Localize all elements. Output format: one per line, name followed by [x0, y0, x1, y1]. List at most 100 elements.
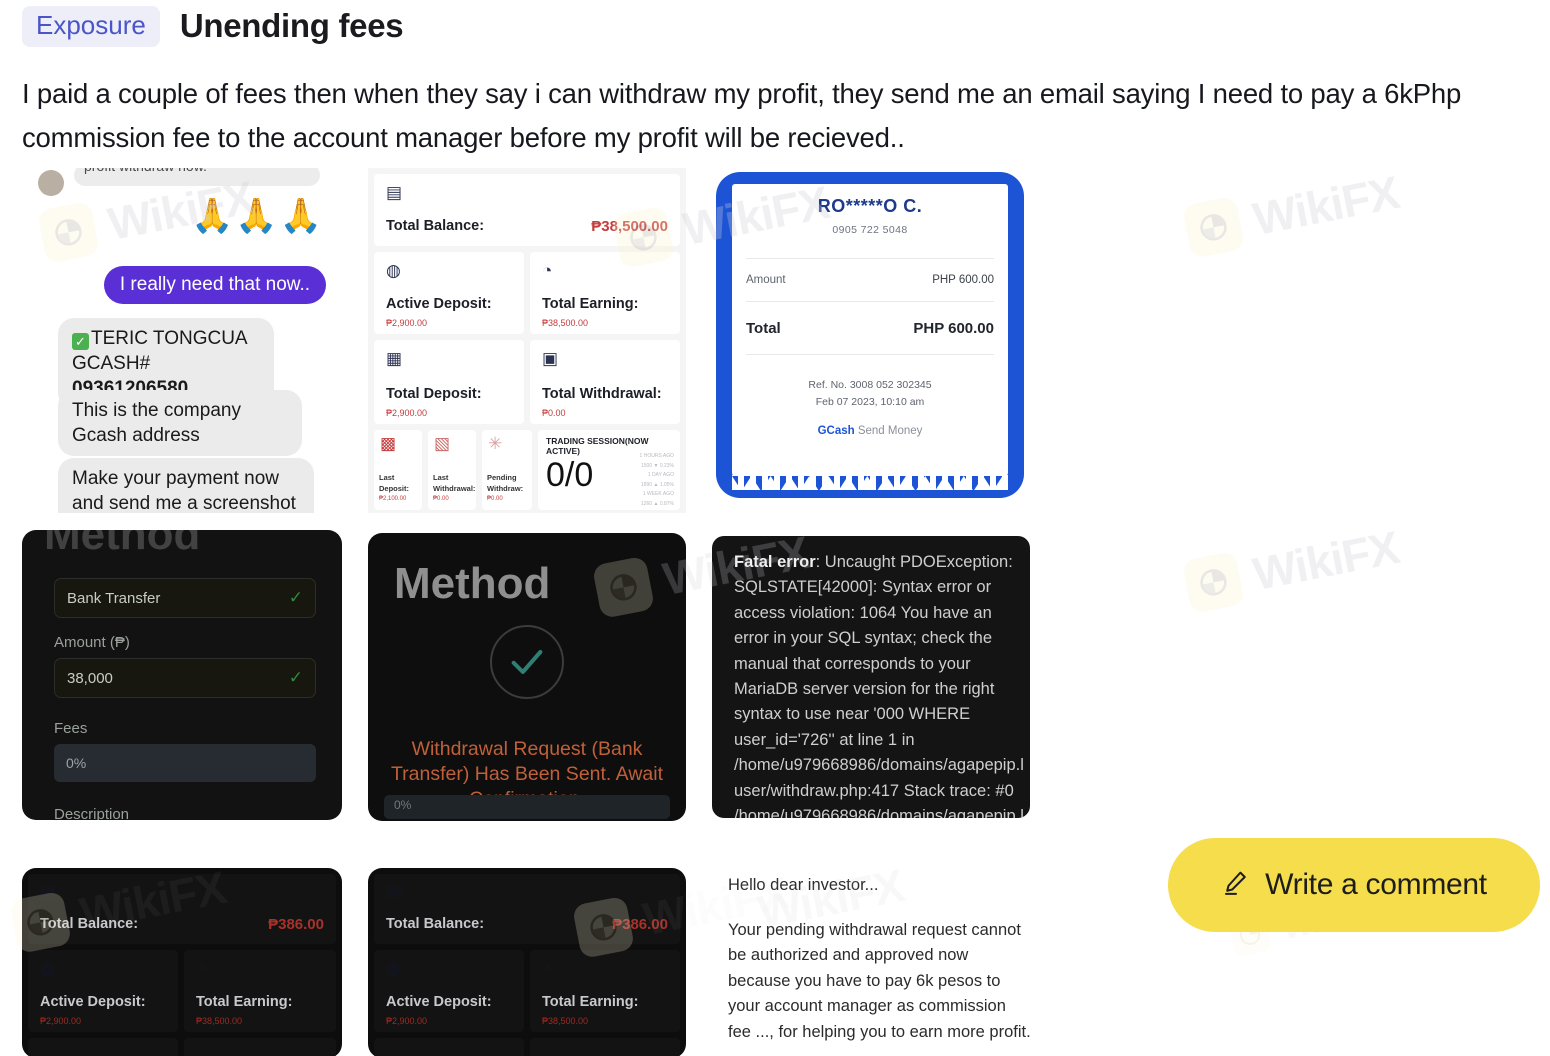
active-deposit-value: ₱2,900.00	[40, 1016, 82, 1026]
total-balance-card: ▤ Total Balance: ₱386.00	[28, 874, 336, 944]
total-balance-label: Total Balance:	[386, 218, 485, 234]
watermark: WikiFX	[1181, 165, 1403, 260]
receipt-sender-name: RO*****O C.	[817, 196, 923, 216]
attachment-investor-letter[interactable]: Hello dear investor... Your pending with…	[728, 873, 1033, 1056]
active-deposit-label: Active Deposit:	[386, 296, 492, 312]
attachment-withdraw-form[interactable]: Method Bank Transfer ✓ Amount (₱) 38,000…	[22, 530, 342, 820]
total-withdrawal-card: ▣ Total Withdrawal: ₱0.00	[530, 340, 680, 424]
last-withdrawal-icon: ▧	[434, 434, 451, 453]
receipt-amount-row: Amount PHP 600.00	[732, 259, 1008, 301]
watermark-text: WikiFX	[1248, 165, 1403, 246]
fatal-error-prefix: Fatal error	[734, 553, 816, 571]
success-check-icon	[490, 625, 564, 699]
tick-row: 1890 ▲ 1.05%	[640, 481, 674, 488]
receipt-total-value: PHP 600.00	[913, 319, 994, 337]
post-body-text: I paid a couple of fees then when they s…	[22, 78, 1462, 153]
check-icon: ✓	[288, 668, 303, 687]
chat-contact-name: TERIC TONGCUA	[91, 328, 248, 349]
method-select[interactable]: Bank Transfer ✓	[54, 578, 316, 618]
pencil-icon	[1221, 867, 1251, 903]
attachment-dashboard-dark-2[interactable]: ▤ Total Balance: ₱386.00 ◍ Active Deposi…	[368, 868, 686, 1056]
total-earning-label: Total Earning:	[196, 994, 293, 1010]
last-deposit-mini-card: ▩ Last Deposit: ₱2,100.00	[374, 430, 422, 510]
total-deposit-value: ₱2,900.00	[386, 408, 428, 418]
active-deposit-value: ₱2,900.00	[386, 318, 428, 328]
amount-value: 38,000	[67, 669, 113, 687]
green-check-icon: ✓	[72, 333, 89, 350]
last-deposit-label: Last Deposit:	[379, 473, 409, 493]
gcash-logo-text: GCash	[817, 425, 855, 437]
earning-icon: ◔	[542, 261, 553, 280]
deposit-icon: ◍	[386, 261, 401, 280]
form-ghost-title: Method	[44, 530, 201, 559]
balance-icon: ▤	[386, 183, 403, 202]
fatal-error-text: Fatal error: Uncaught PDOException: SQLS…	[734, 550, 1026, 818]
pending-withdraw-icon: ✳	[488, 434, 503, 453]
attachment-gcash-receipt[interactable]: RO*****O C. 0905 722 5048 Amount PHP 600…	[710, 164, 1030, 512]
last-deposit-icon: ▩	[380, 434, 397, 453]
attachment-chat-screenshot[interactable]: profit withdraw now. 🙏🙏🙏 I really need t…	[22, 168, 332, 513]
status-badge: Exposure	[22, 6, 160, 47]
total-earning-card: ◔ Total Earning: ₱38,500.00	[184, 950, 336, 1032]
tick-row: 1260 ▲ 0.87%	[640, 500, 674, 507]
total-balance-label: Total Balance:	[386, 916, 485, 932]
chat-avatar	[38, 170, 64, 196]
divider	[746, 354, 994, 355]
letter-body: Your pending withdrawal request cannot b…	[728, 920, 1031, 1041]
active-deposit-label: Active Deposit:	[386, 994, 492, 1010]
total-deposit-label: Total Deposit:	[386, 386, 482, 402]
fees-label: Fees	[54, 720, 88, 737]
write-comment-button[interactable]: Write a comment	[1168, 838, 1540, 932]
chat-gcash-label: GCASH#	[72, 353, 151, 374]
earning-icon: ◔	[542, 959, 553, 978]
receipt-brand-footer: GCash Send Money	[732, 425, 1008, 437]
attachment-fatal-error[interactable]: Fatal error: Uncaught PDOException: SQLS…	[712, 536, 1030, 818]
receipt-transaction-type: Send Money	[857, 425, 923, 437]
last-withdrawal-mini-card: ▧ Last Withdrawal: ₱0.00	[428, 430, 476, 510]
chat-outgoing-bubble: I really need that now..	[103, 266, 326, 304]
method-value: Bank Transfer	[67, 589, 161, 607]
receipt-reference-number: Ref. No. 3008 052 302345	[808, 379, 932, 391]
watermark-text: WikiFX	[1248, 520, 1403, 601]
active-deposit-value: ₱2,900.00	[386, 1016, 428, 1026]
total-deposit-icon: ▦	[386, 349, 403, 368]
attachment-dashboard-dark-1[interactable]: ▤ Total Balance: ₱386.00 ◍ Active Deposi…	[22, 868, 342, 1056]
total-deposit-card: ▦ Total Deposit: ₱2,900.00	[374, 340, 524, 424]
total-withdrawal-label: Total Withdrawal:	[542, 386, 662, 402]
receipt-phone: 0905 722 5048	[832, 224, 908, 236]
amount-label: Amount (₱)	[54, 634, 130, 651]
fees-field-partial: 0%	[384, 795, 670, 819]
receipt-amount-value: PHP 600.00	[932, 274, 994, 286]
balance-icon: ▤	[386, 881, 403, 900]
footer-card-right	[184, 1038, 336, 1056]
total-earning-label: Total Earning:	[542, 994, 639, 1010]
tick-row: 1500 ▼ 0.23%	[640, 462, 674, 469]
receipt-total-label: Total	[746, 319, 781, 337]
total-balance-value: ₱386.00	[612, 916, 668, 933]
total-withdrawal-value: ₱0.00	[542, 408, 566, 418]
tick-row: 1 WEEK AGO	[642, 491, 674, 497]
page-title: Unending fees	[179, 7, 404, 45]
receipt-zigzag-edge	[732, 475, 1008, 490]
amount-input[interactable]: 38,000 ✓	[54, 658, 316, 698]
earning-icon: ◔	[196, 959, 207, 978]
last-withdrawal-value: ₱0.00	[433, 496, 449, 502]
total-balance-card: ▤ Total Balance: ₱38,500.00	[374, 174, 680, 246]
receipt-datetime: Feb 07 2023, 10:10 am	[815, 396, 925, 408]
total-balance-value: ₱38,500.00	[591, 218, 668, 235]
attachment-dashboard-light[interactable]: ▤ Total Balance: ₱38,500.00 ◍ Active Dep…	[368, 168, 686, 513]
active-deposit-card: ◍ Active Deposit: ₱2,900.00	[374, 950, 524, 1032]
total-earning-label: Total Earning:	[542, 296, 639, 312]
method-title: Method	[394, 559, 551, 608]
tick-row: 1 DAY AGO	[647, 472, 674, 478]
attachment-withdraw-success[interactable]: Method Withdrawal Request (Bank Transfer…	[368, 533, 686, 821]
active-deposit-card: ◍ Active Deposit: ₱2,900.00	[374, 252, 524, 334]
deposit-icon: ◍	[386, 959, 401, 978]
fees-value: 0%	[394, 798, 412, 812]
footer-card-left	[28, 1038, 178, 1056]
total-earning-value: ₱38,500.00	[196, 1016, 243, 1026]
pending-withdraw-mini-card: ✳ Pending Withdraw: ₱0.00	[482, 430, 532, 510]
tick-row: 1 HOURS AGO	[639, 453, 674, 459]
pending-withdraw-value: ₱0.00	[487, 496, 503, 502]
prayer-emoji: 🙏🙏🙏	[190, 197, 324, 235]
